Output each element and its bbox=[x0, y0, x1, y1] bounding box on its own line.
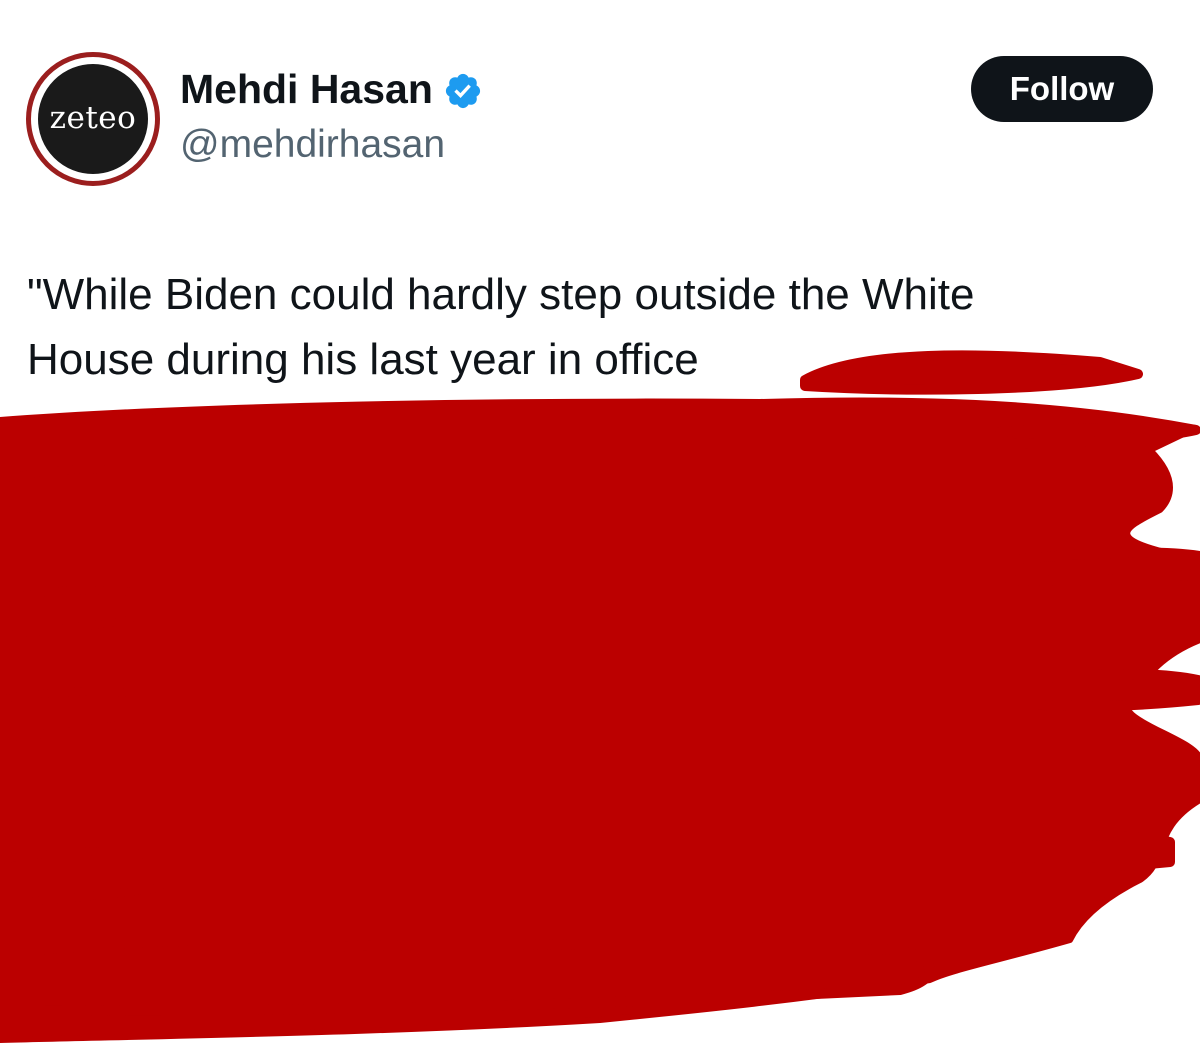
follow-button[interactable]: Follow bbox=[971, 56, 1153, 122]
tweet-card: zeteo Mehdi Hasan @mehdirhasan Follow "W… bbox=[0, 0, 1200, 1051]
author-handle[interactable]: @mehdirhasan bbox=[180, 123, 445, 167]
verified-badge-icon bbox=[443, 71, 483, 111]
avatar-logo-text: zeteo bbox=[49, 100, 137, 136]
tweet-text-line-1: "While Biden could hardly step outside t… bbox=[27, 270, 975, 319]
tweet-text: "While Biden could hardly step outside t… bbox=[27, 262, 1167, 392]
avatar-logo-circle: zeteo bbox=[35, 61, 151, 177]
author-display-name[interactable]: Mehdi Hasan bbox=[180, 66, 433, 113]
author-name-row: Mehdi Hasan bbox=[180, 66, 483, 113]
author-avatar[interactable]: zeteo bbox=[26, 52, 160, 186]
tweet-text-line-2: House during his last year in office bbox=[27, 335, 699, 384]
